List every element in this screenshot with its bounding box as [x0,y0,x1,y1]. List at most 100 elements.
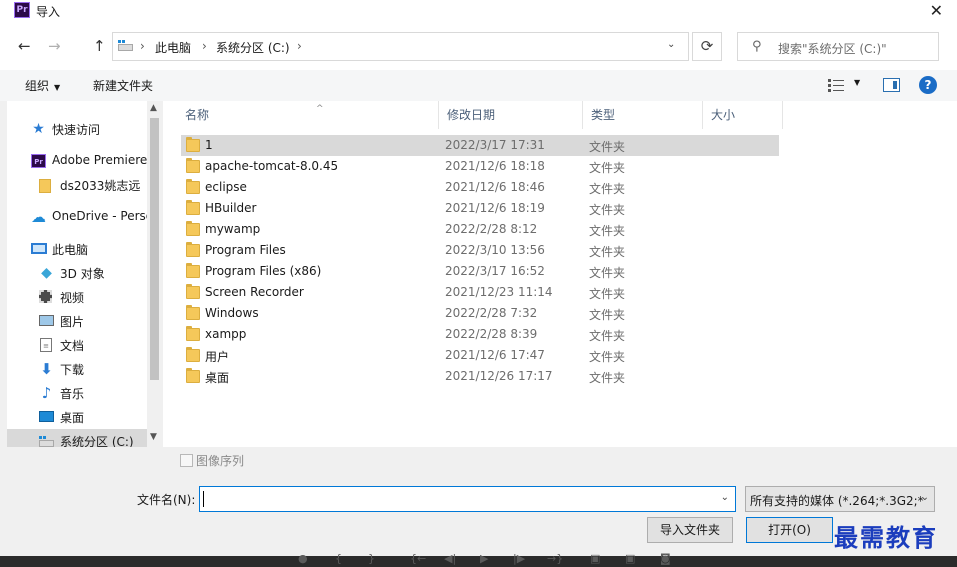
open-button[interactable]: 打开(O) [746,517,833,543]
sidebar-item-3d-objects[interactable]: ◆ 3D 对象 [7,261,147,285]
sidebar-item-label: 音乐 [60,387,85,401]
file-row[interactable]: Program Files (x86) 2022/3/17 16:52 文件夹 [181,261,779,282]
file-name: Windows [205,306,259,320]
sidebar-item-label: 此电脑 [52,243,89,257]
drive-icon [39,436,54,447]
back-arrow-icon[interactable]: ← [18,37,31,55]
address-history-chevron-down-icon[interactable]: ⌄ [667,39,675,50]
scroll-up-icon[interactable]: ▲ [150,103,157,113]
file-row[interactable]: mywamp 2022/2/28 8:12 文件夹 [181,219,779,240]
sidebar-scrollbar-thumb[interactable] [150,118,159,380]
sidebar-item-label: OneDrive - Perso [52,209,154,223]
folder-icon [186,137,200,152]
folder-icon [39,179,51,193]
file-row[interactable]: eclipse 2021/12/6 18:46 文件夹 [181,177,779,198]
title-bar: Pr 导入 ✕ [0,0,957,22]
sidebar-item-onedrive[interactable]: ☁ OneDrive - Perso [7,205,153,229]
organize-button[interactable]: 组织 ▼ [25,77,60,94]
file-row[interactable]: HBuilder 2021/12/6 18:19 文件夹 [181,198,779,219]
file-modified: 2021/12/6 18:18 [445,159,545,173]
play-icon: ▶ [480,552,489,565]
file-name: Program Files (x86) [205,264,322,278]
file-modified: 2022/3/17 16:52 [445,264,545,278]
help-icon[interactable]: ? [919,76,937,94]
sidebar-scrollbar[interactable]: ▲ ▼ [147,101,162,447]
sidebar-item-drive-c[interactable]: 系统分区 (C:) [7,429,147,447]
image-sequence-checkbox[interactable] [180,454,193,467]
column-header-modified[interactable]: 修改日期 [439,101,583,129]
documents-icon: ≡ [40,338,52,352]
sidebar-item-music[interactable]: ♪ 音乐 [7,381,147,405]
file-modified: 2021/12/26 17:17 [445,369,553,383]
sidebar-item-desktop[interactable]: 桌面 [7,405,147,429]
premiere-icon: Pr [31,154,46,168]
file-name: Screen Recorder [205,285,304,299]
close-icon[interactable]: ✕ [930,0,943,22]
file-row[interactable]: Screen Recorder 2021/12/23 11:14 文件夹 [181,282,779,303]
scroll-down-icon[interactable]: ▼ [150,432,157,442]
file-type: 文件夹 [589,371,626,385]
file-row[interactable]: 桌面 2021/12/26 17:17 文件夹 [181,366,779,387]
filename-input[interactable]: ⌄ [199,486,736,512]
in-point-icon: { [335,552,342,565]
sidebar-item-videos[interactable]: 视频 [7,285,147,309]
file-type-filter-select[interactable]: 所有支持的媒体 (*.264;*.3G2;* ⌄ [745,486,935,512]
folder-icon [186,284,200,299]
navigation-bar: ← → ↑ › 此电脑 › 系统分区 (C:) › ⌄ ⟳ ⚲ 搜索"系统分区 … [0,22,957,70]
sidebar-item-label: 下载 [60,363,85,377]
sidebar-item-label: ds2033姚志远 [60,179,141,193]
import-folder-button[interactable]: 导入文件夹 [647,517,733,543]
view-options-chevron-down-icon[interactable]: ▼ [854,78,860,87]
file-row[interactable]: apache-tomcat-8.0.45 2021/12/6 18:18 文件夹 [181,156,779,177]
sidebar-item-ds2033[interactable]: ds2033姚志远 [7,173,147,197]
search-placeholder: 搜索"系统分区 (C:)" [778,42,887,56]
sidebar-item-label: 快速访问 [52,123,101,137]
3d-objects-icon: ◆ [41,265,52,281]
column-header-name[interactable]: 名称 ^ [177,101,439,129]
file-type: 文件夹 [589,182,626,196]
file-type: 文件夹 [589,245,626,259]
file-row[interactable]: Windows 2022/2/28 7:32 文件夹 [181,303,779,324]
breadcrumb-drive-c[interactable]: 系统分区 (C:) [216,39,290,56]
folder-icon [186,221,200,236]
star-icon: ★ [32,121,45,137]
step-forward-icon: |▶ [513,552,526,565]
breadcrumb-chevron-icon[interactable]: › [202,39,207,53]
sidebar-item-pictures[interactable]: 图片 [7,309,147,333]
file-modified: 2022/2/28 8:39 [445,327,538,341]
download-icon: ⬇ [40,360,53,378]
folder-icon [186,347,200,362]
sidebar-item-label: 系统分区 (C:) [60,435,134,447]
drive-icon [118,40,133,51]
folder-icon [186,263,200,278]
forward-arrow-icon[interactable]: → [48,37,61,55]
file-row[interactable]: xampp 2022/2/28 8:39 文件夹 [181,324,779,345]
file-type: 文件夹 [589,161,626,175]
breadcrumb-chevron-icon[interactable]: › [140,39,145,53]
file-row[interactable]: Program Files 2022/3/10 13:56 文件夹 [181,240,779,261]
sidebar-item-adobe-premiere[interactable]: Pr Adobe Premiere [7,149,147,173]
file-type: 文件夹 [589,287,626,301]
column-header-size[interactable]: 大小 [703,101,783,129]
file-row[interactable]: 用户 2021/12/6 17:47 文件夹 [181,345,779,366]
refresh-icon[interactable]: ⟳ [692,32,722,61]
preview-pane-icon[interactable] [883,78,900,92]
new-folder-button[interactable]: 新建文件夹 [93,77,153,94]
file-modified: 2022/2/28 7:32 [445,306,538,320]
onedrive-icon: ☁ [31,208,46,226]
address-bar[interactable]: › 此电脑 › 系统分区 (C:) › ⌄ [112,32,689,61]
chevron-down-icon[interactable]: ⌄ [721,492,729,503]
up-arrow-icon[interactable]: ↑ [93,37,106,55]
sidebar-item-this-pc[interactable]: 此电脑 [7,237,147,261]
column-header-type[interactable]: 类型 [583,101,703,129]
file-type-filter-value: 所有支持的媒体 (*.264;*.3G2;* [750,494,924,508]
file-modified: 2022/3/17 17:31 [445,138,545,152]
file-row[interactable]: 1 2022/3/17 17:31 文件夹 [181,135,779,156]
sidebar-item-downloads[interactable]: ⬇ 下载 [7,357,147,381]
sidebar-item-quick-access[interactable]: ★ 快速访问 [7,117,147,141]
search-input[interactable]: ⚲ 搜索"系统分区 (C:)" [737,32,939,61]
breadcrumb-chevron-icon[interactable]: › [297,39,302,53]
sidebar-item-documents[interactable]: ≡ 文档 [7,333,147,357]
breadcrumb-this-pc[interactable]: 此电脑 [155,39,191,56]
view-details-icon[interactable] [828,79,844,92]
